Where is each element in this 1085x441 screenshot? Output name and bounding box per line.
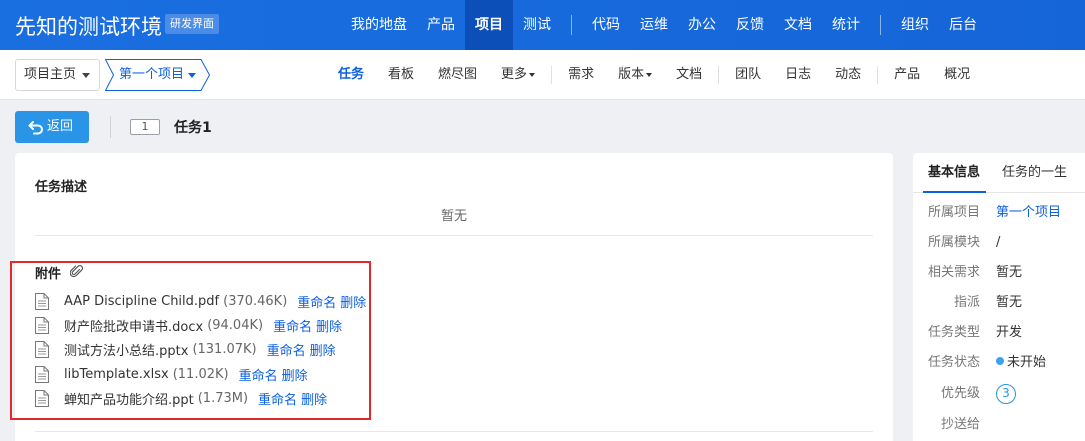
nav-code[interactable]: 代码	[582, 0, 630, 50]
nav-admin[interactable]: 后台	[939, 0, 987, 50]
status-text: 未开始	[1007, 355, 1047, 370]
tab-basic-info[interactable]: 基本信息	[923, 153, 986, 193]
task-title: 任务1	[174, 120, 212, 136]
tab-team[interactable]: 团队	[723, 50, 773, 100]
section-divider	[35, 431, 873, 432]
info-value: 暂无	[996, 295, 1023, 310]
tab-dynamic[interactable]: 动态	[823, 50, 873, 100]
brand-title[interactable]: 先知的测试环境	[15, 11, 162, 41]
nav-stats[interactable]: 统计	[822, 0, 870, 50]
interface-badge[interactable]: 研发界面	[165, 14, 219, 34]
tab-more[interactable]: 更多	[489, 50, 547, 100]
info-value: /	[996, 235, 1001, 250]
info-label: 指派	[953, 295, 980, 310]
chevron-down-icon	[82, 73, 90, 78]
sidebar-tabs: 基本信息 任务的一生	[913, 153, 1085, 193]
info-assignee-row: 指派 暂无	[913, 293, 1085, 313]
description-heading: 任务描述	[35, 180, 88, 195]
nav-project[interactable]: 项目	[465, 0, 513, 50]
nav-organization[interactable]: 组织	[891, 0, 939, 50]
nav-divider	[571, 15, 572, 35]
back-button[interactable]: 返回	[15, 111, 89, 143]
nav-divider	[880, 15, 881, 35]
status-value: 未开始	[996, 353, 1046, 373]
info-story-row: 相关需求 暂无	[913, 263, 1085, 283]
nav-test[interactable]: 测试	[513, 0, 561, 50]
task-id-badge: 1	[130, 119, 160, 135]
nav-product[interactable]: 产品	[417, 0, 465, 50]
tab-task[interactable]: 任务	[326, 50, 376, 100]
info-module-row: 所属模块 /	[913, 233, 1085, 253]
subnav-divider	[877, 66, 879, 84]
chevron-down-icon	[188, 73, 196, 78]
tab-product[interactable]: 产品	[882, 50, 932, 100]
task-info-sidebar: 基本信息 任务的一生 所属项目 第一个项目 所属模块 / 相关需求 暂无 指派 …	[913, 153, 1085, 441]
nav-feedback[interactable]: 反馈	[726, 0, 774, 50]
tab-kanban[interactable]: 看板	[376, 50, 426, 100]
project-home-dropdown[interactable]: 项目主页	[15, 59, 100, 91]
nav-my-dashboard[interactable]: 我的地盘	[341, 0, 417, 50]
tab-story[interactable]: 需求	[556, 50, 606, 100]
status-dot-icon	[996, 357, 1004, 365]
info-type-row: 任务类型 开发	[913, 323, 1085, 343]
info-label: 相关需求	[927, 265, 980, 280]
highlight-annotation-box	[10, 261, 371, 420]
info-priority-row: 优先级 3	[913, 384, 1085, 404]
current-project-label: 第一个项目	[119, 67, 185, 82]
project-sub-nav: 任务 看板 燃尽图 更多 需求 版本 文档 团队 日志 动态 产品 概况	[326, 50, 982, 100]
sub-bar: 项目主页 第一个项目 任务 看板 燃尽图 更多 需求 版本 文档 团队 日志 动…	[0, 50, 1085, 100]
info-label: 抄送给	[940, 417, 980, 432]
subnav-divider	[551, 66, 553, 84]
info-label: 所属模块	[927, 235, 980, 250]
tab-build[interactable]: 版本	[606, 50, 664, 100]
description-empty-text: 暂无	[440, 209, 467, 224]
priority-value: 3	[996, 384, 1016, 404]
info-label: 任务类型	[927, 325, 980, 340]
info-value: 开发	[996, 325, 1023, 340]
top-bar: 先知的测试环境 研发界面 我的地盘 产品 项目 测试 代码 运维 办公 反馈 文…	[0, 0, 1085, 50]
toolbar-divider	[110, 116, 111, 138]
info-project-link[interactable]: 第一个项目	[996, 203, 1061, 223]
info-value: 暂无	[996, 265, 1023, 280]
priority-badge: 3	[996, 384, 1016, 404]
project-home-label: 项目主页	[24, 67, 77, 82]
tab-doc[interactable]: 文档	[664, 50, 714, 100]
back-arrow-icon	[28, 121, 43, 135]
tab-task-lifecycle[interactable]: 任务的一生	[1002, 153, 1067, 193]
tab-burndown[interactable]: 燃尽图	[426, 50, 489, 100]
tab-log[interactable]: 日志	[773, 50, 823, 100]
tab-overview[interactable]: 概况	[932, 50, 982, 100]
nav-docs[interactable]: 文档	[774, 0, 822, 50]
info-project-row: 所属项目 第一个项目	[913, 203, 1085, 223]
nav-ops[interactable]: 运维	[630, 0, 678, 50]
info-label: 所属项目	[927, 205, 980, 220]
info-status-row: 任务状态 未开始	[913, 353, 1085, 373]
info-label: 任务状态	[927, 355, 980, 370]
back-button-label: 返回	[47, 119, 74, 134]
subnav-divider	[718, 66, 720, 84]
info-cc-row: 抄送给	[913, 415, 1085, 435]
top-nav: 我的地盘 产品 项目 测试 代码 运维 办公 反馈 文档 统计 组织 后台	[341, 0, 987, 50]
section-divider	[35, 235, 873, 236]
info-label: 优先级	[940, 386, 980, 401]
nav-office[interactable]: 办公	[678, 0, 726, 50]
